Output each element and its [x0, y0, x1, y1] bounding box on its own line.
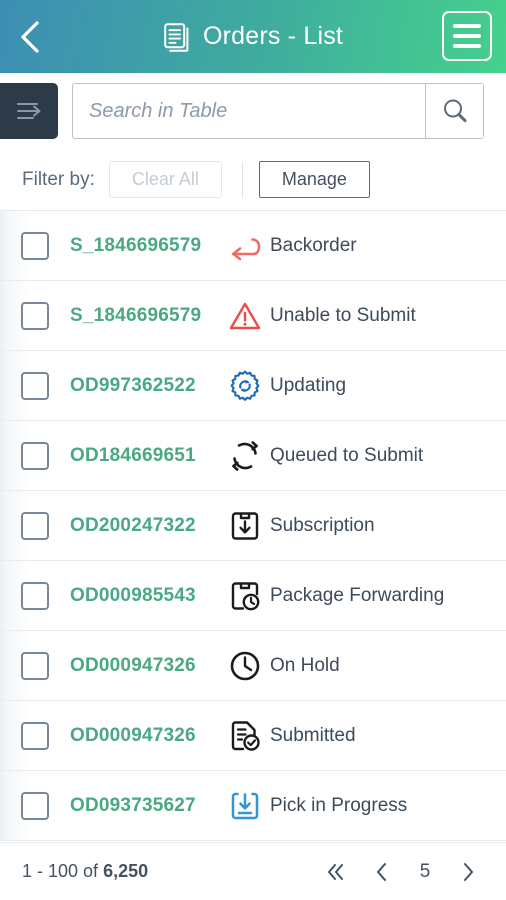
panel-toggle-button[interactable]: [0, 83, 58, 139]
record-count-range: 1 - 100 of: [22, 861, 104, 881]
gear-refresh-icon: [220, 369, 270, 403]
filter-by-label: Filter by:: [22, 168, 95, 190]
document-check-icon: [220, 719, 270, 753]
warning-triangle-icon: [220, 299, 270, 333]
backorder-arrow-icon: [220, 229, 270, 263]
search-button[interactable]: [425, 84, 483, 138]
manage-button[interactable]: Manage: [258, 161, 370, 198]
order-id-link[interactable]: OD184669651: [70, 445, 220, 467]
row-checkbox[interactable]: [21, 371, 49, 400]
app-header: Orders - List: [0, 0, 506, 73]
table-row[interactable]: OD000947326 On Hold: [0, 631, 506, 701]
order-id-link[interactable]: OD000947326: [70, 655, 220, 677]
orders-table: S_1846696579 Backorder S_1846696579 Unab…: [0, 211, 506, 842]
status-label: Subscription: [270, 514, 375, 536]
chevron-left-icon: [377, 862, 386, 881]
row-checkbox[interactable]: [21, 791, 49, 820]
search-box: [72, 83, 484, 139]
table-footer: 1 - 100 of 6,250 5: [0, 842, 506, 900]
status-label: Backorder: [270, 234, 357, 256]
row-checkbox-cell: [0, 371, 70, 400]
order-id-link[interactable]: OD000985543: [70, 585, 220, 607]
row-checkbox[interactable]: [21, 581, 49, 610]
order-id-link[interactable]: OD093735627: [70, 795, 220, 817]
tray-download-icon: [220, 789, 270, 823]
search-input[interactable]: [73, 84, 425, 138]
table-row[interactable]: OD093735627 Pick in Progress: [0, 771, 506, 841]
table-row[interactable]: OD200247322 Subscription: [0, 491, 506, 561]
prev-page-button[interactable]: [362, 852, 402, 892]
table-row[interactable]: S_1846696579 Unable to Submit: [0, 281, 506, 351]
next-page-button[interactable]: [448, 852, 488, 892]
status-label: On Hold: [270, 654, 340, 676]
first-page-button[interactable]: [316, 852, 356, 892]
table-row[interactable]: OD000985543 Package Forwarding: [0, 561, 506, 631]
order-id-link[interactable]: S_1846696579: [70, 305, 220, 327]
current-page-number[interactable]: 5: [408, 861, 442, 883]
filter-bar: Filter by: Clear All Manage: [0, 149, 506, 211]
row-checkbox[interactable]: [21, 511, 49, 540]
refresh-arrows-icon: [220, 439, 270, 473]
row-checkbox-cell: [0, 651, 70, 680]
expand-panel-icon: [17, 103, 41, 119]
row-checkbox-cell: [0, 231, 70, 260]
documents-icon: [164, 22, 189, 52]
box-download-icon: [220, 509, 270, 543]
row-checkbox-cell: [0, 581, 70, 610]
box-clock-icon: [220, 579, 270, 613]
status-label: Submitted: [270, 724, 356, 746]
page-title-text: Orders - List: [202, 22, 344, 50]
table-row[interactable]: S_1846696579 Backorder: [0, 211, 506, 281]
row-checkbox[interactable]: [21, 301, 49, 330]
row-checkbox[interactable]: [21, 651, 49, 680]
orders-list-screen: Orders - List Search in Table Filter by:…: [0, 0, 506, 900]
status-label: Pick in Progress: [270, 794, 408, 816]
row-checkbox-cell: [0, 441, 70, 470]
clock-icon: [220, 649, 270, 683]
row-checkbox-cell: [0, 511, 70, 540]
row-checkbox-cell: [0, 721, 70, 750]
search-icon: [443, 99, 466, 123]
record-count: 1 - 100 of 6,250: [22, 861, 148, 882]
order-id-link[interactable]: OD997362522: [70, 375, 220, 397]
back-button[interactable]: [0, 0, 60, 73]
row-checkbox[interactable]: [21, 441, 49, 470]
row-checkbox-cell: [0, 301, 70, 330]
status-label: Queued to Submit: [270, 444, 424, 466]
page-title: Orders - List: [0, 0, 506, 73]
table-row[interactable]: OD184669651 Queued to Submit: [0, 421, 506, 491]
chevron-right-icon: [464, 862, 473, 881]
table-row[interactable]: OD000947326 Submitted: [0, 701, 506, 771]
toolbar-divider: [241, 161, 243, 198]
chevron-left-icon: [21, 20, 39, 53]
order-id-link[interactable]: OD000947326: [70, 725, 220, 747]
record-count-total: 6,250: [103, 861, 149, 881]
pagination: 5: [316, 852, 488, 892]
double-chevron-left-icon: [328, 863, 343, 880]
row-checkbox[interactable]: [21, 721, 49, 750]
hamburger-menu-icon[interactable]: [442, 11, 492, 61]
row-checkbox-cell: [0, 791, 70, 820]
row-checkbox[interactable]: [21, 231, 49, 260]
order-id-link[interactable]: S_1846696579: [70, 235, 220, 257]
search-toolbar: [0, 73, 506, 149]
order-id-link[interactable]: OD200247322: [70, 515, 220, 537]
status-label: Package Forwarding: [270, 584, 445, 606]
status-label: Unable to Submit: [270, 304, 416, 326]
table-row[interactable]: OD997362522 Updating: [0, 351, 506, 421]
hamburger-bar: [453, 34, 481, 38]
clear-all-button[interactable]: Clear All: [108, 161, 222, 198]
hamburger-bar: [453, 44, 481, 48]
hamburger-bar: [453, 24, 481, 28]
status-label: Updating: [270, 374, 347, 396]
